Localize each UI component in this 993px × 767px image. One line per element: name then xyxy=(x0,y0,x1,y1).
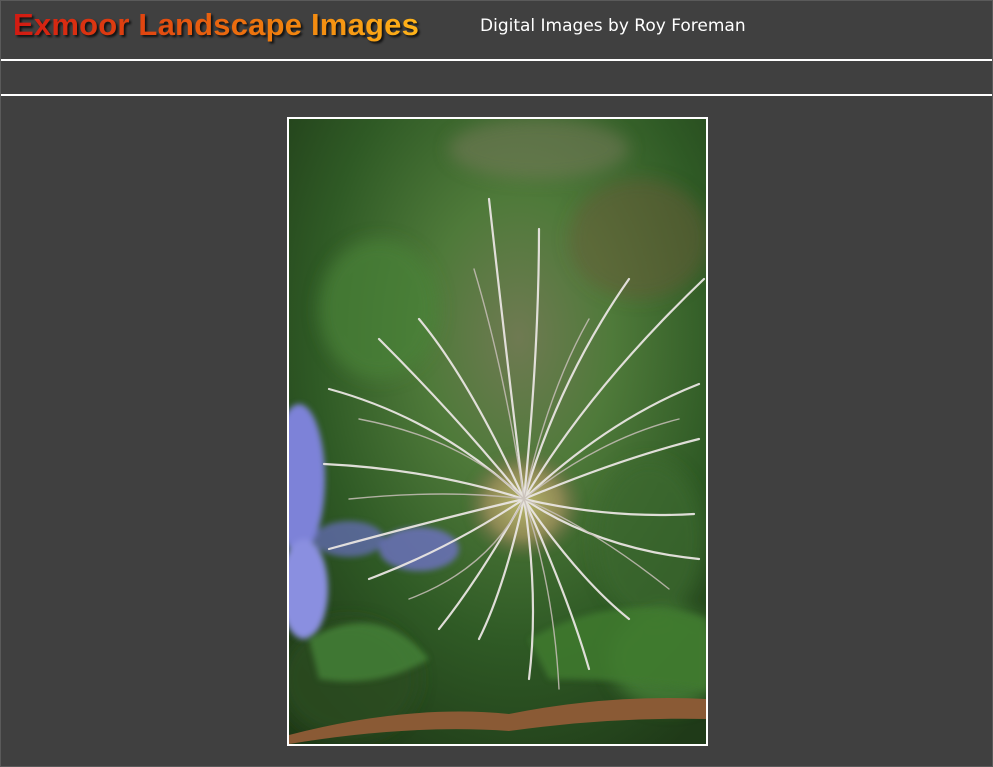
clematis-seedhead-image xyxy=(289,119,706,744)
site-tagline: Digital Images by Roy Foreman xyxy=(480,16,746,36)
main-photo xyxy=(287,117,708,746)
site-header: Exmoor Landscape Images Digital Images b… xyxy=(1,1,992,61)
navigation-bar xyxy=(1,61,992,96)
page: Exmoor Landscape Images Digital Images b… xyxy=(0,0,993,767)
site-title[interactable]: Exmoor Landscape Images xyxy=(13,7,419,43)
